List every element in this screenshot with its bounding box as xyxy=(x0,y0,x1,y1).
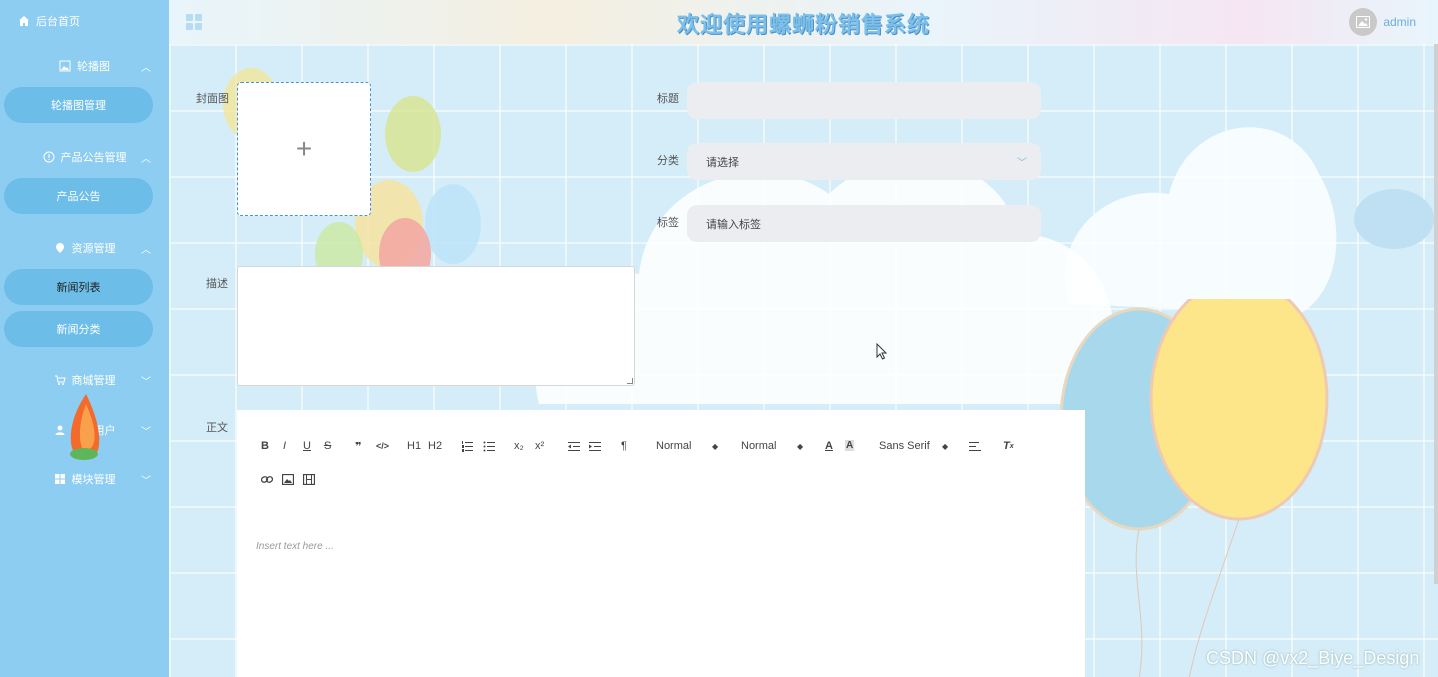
align-icon[interactable] xyxy=(969,441,981,452)
username: admin xyxy=(1383,15,1416,29)
resize-handle-icon[interactable] xyxy=(627,378,633,384)
rich-text-editor: B I U S ❞ </> H1 H2 x₂ x² ¶ Normal ◆ Nor… xyxy=(237,410,1085,677)
body-label: 正文 xyxy=(206,422,228,434)
chevron-down-icon: ﹀ xyxy=(141,376,151,388)
mouse-cursor-icon xyxy=(876,343,888,360)
tag-label: 标签 xyxy=(657,217,679,229)
background-color-icon[interactable]: A xyxy=(845,440,855,451)
cart-icon xyxy=(54,375,66,385)
plus-icon: + xyxy=(295,133,313,164)
font-color-icon[interactable]: A xyxy=(825,440,833,452)
chevron-down-icon: ﹀ xyxy=(141,426,151,438)
superscript-button[interactable]: x² xyxy=(535,440,544,452)
select-arrows-icon: ◆ xyxy=(942,441,949,451)
chevron-up-icon: ︿ xyxy=(141,244,151,256)
sidebar-item-news-list[interactable]: 新闻列表 xyxy=(4,269,153,305)
chevron-up-icon: ︿ xyxy=(141,153,151,165)
font-select[interactable]: Sans Serif ◆ xyxy=(879,440,949,452)
home-icon xyxy=(19,16,29,26)
info-icon xyxy=(43,151,54,163)
size-select-value: Normal xyxy=(656,440,692,452)
strike-button[interactable]: S xyxy=(324,440,331,452)
avatar xyxy=(1349,8,1378,36)
description-textarea[interactable] xyxy=(237,266,635,386)
editor-placeholder[interactable]: Insert text here ... xyxy=(256,541,334,552)
sidebar-group-announcement[interactable]: 产品公告管理 ︿ xyxy=(0,149,169,165)
size-select[interactable]: Normal ◆ xyxy=(656,440,722,452)
font-select-value: Sans Serif xyxy=(879,440,930,452)
sidebar-group-modules[interactable]: 模块管理 ﹀ xyxy=(0,471,169,487)
page-title: 欢迎使用螺蛳粉销售系统 xyxy=(676,12,930,37)
indent-icon[interactable] xyxy=(589,441,601,452)
sidebar-item-news-category[interactable]: 新闻分类 xyxy=(4,311,153,347)
header-select[interactable]: Normal ◆ xyxy=(741,440,807,452)
sidebar-home-label: 后台首页 xyxy=(36,16,80,28)
bullet-list-icon[interactable] xyxy=(483,441,495,452)
sidebar-item-carousel-manage[interactable]: 轮播图管理 xyxy=(4,87,153,123)
select-arrows-icon: ◆ xyxy=(797,441,804,451)
italic-button[interactable]: I xyxy=(283,440,286,452)
title-label: 标题 xyxy=(657,93,679,105)
clear-format-icon[interactable]: Tx xyxy=(1003,440,1014,452)
image-icon xyxy=(59,60,71,72)
category-select-value: 请选择 xyxy=(706,156,739,169)
tag-input[interactable]: 请输入标签 xyxy=(687,205,1041,242)
subscript-button[interactable]: x₂ xyxy=(514,440,524,452)
rtl-button[interactable]: ¶ xyxy=(621,440,627,452)
sidebar-group-label: 资源管理 xyxy=(71,243,116,255)
chevron-down-icon: ﹀ xyxy=(1017,158,1027,169)
sidebar-item-announcement[interactable]: 产品公告 xyxy=(4,178,153,214)
editor-toolbar: B I U S ❞ </> H1 H2 x₂ x² ¶ Normal ◆ Nor… xyxy=(237,410,1085,500)
image-icon xyxy=(1356,16,1371,28)
scrollbar[interactable] xyxy=(1434,44,1438,584)
header1-button[interactable]: H1 xyxy=(407,440,421,452)
sidebar-group-label: 轮播图 xyxy=(77,61,110,73)
user-menu[interactable]: admin xyxy=(1349,8,1416,36)
ordered-list-icon[interactable] xyxy=(461,441,473,452)
image-icon[interactable] xyxy=(282,474,294,485)
sidebar-group-label: 模块管理 xyxy=(71,474,116,486)
code-block-button[interactable]: </> xyxy=(376,441,389,451)
grid-icon xyxy=(54,474,65,484)
cover-upload[interactable]: + xyxy=(237,82,371,216)
link-icon[interactable] xyxy=(261,474,273,485)
category-select[interactable]: 请选择 ﹀ xyxy=(687,143,1041,180)
video-icon[interactable] xyxy=(303,474,315,485)
header-select-value: Normal xyxy=(741,440,777,452)
sidebar-group-carousel[interactable]: 轮播图 ︿ xyxy=(0,58,169,74)
header2-button[interactable]: H2 xyxy=(428,440,442,452)
sidebar-group-resource[interactable]: 资源管理 ︿ xyxy=(0,240,169,256)
blockquote-button[interactable]: ❞ xyxy=(355,440,361,453)
underline-button[interactable]: U xyxy=(303,440,311,452)
chevron-up-icon: ︿ xyxy=(141,62,151,74)
sidebar-group-shop[interactable]: 商城管理 ﹀ xyxy=(0,372,169,388)
top-header: 欢迎使用螺蛳粉销售系统 admin xyxy=(169,0,1438,44)
sidebar-group-label: 商城管理 xyxy=(71,375,116,387)
sidebar: 后台首页 轮播图 ︿ 轮播图管理 产品公告管理 ︿ 产品公告 资源管理 ︿ 新闻… xyxy=(0,0,169,677)
title-input[interactable] xyxy=(687,82,1041,119)
description-label: 描述 xyxy=(206,278,228,290)
balloons-decoration xyxy=(1059,299,1329,677)
location-icon xyxy=(55,243,64,253)
sidebar-home[interactable]: 后台首页 xyxy=(18,13,80,29)
watermark: CSDN @vx2_Biye_Design xyxy=(1206,648,1420,668)
cover-label: 封面图 xyxy=(196,93,229,105)
select-arrows-icon: ◆ xyxy=(712,441,719,451)
mascot-icon xyxy=(70,394,100,460)
bold-button[interactable]: B xyxy=(261,440,269,452)
chevron-down-icon: ﹀ xyxy=(141,475,151,487)
cloud-decoration xyxy=(1354,189,1434,249)
outdent-icon[interactable] xyxy=(568,441,580,452)
category-label: 分类 xyxy=(657,155,679,167)
sidebar-group-label: 产品公告管理 xyxy=(60,152,127,164)
